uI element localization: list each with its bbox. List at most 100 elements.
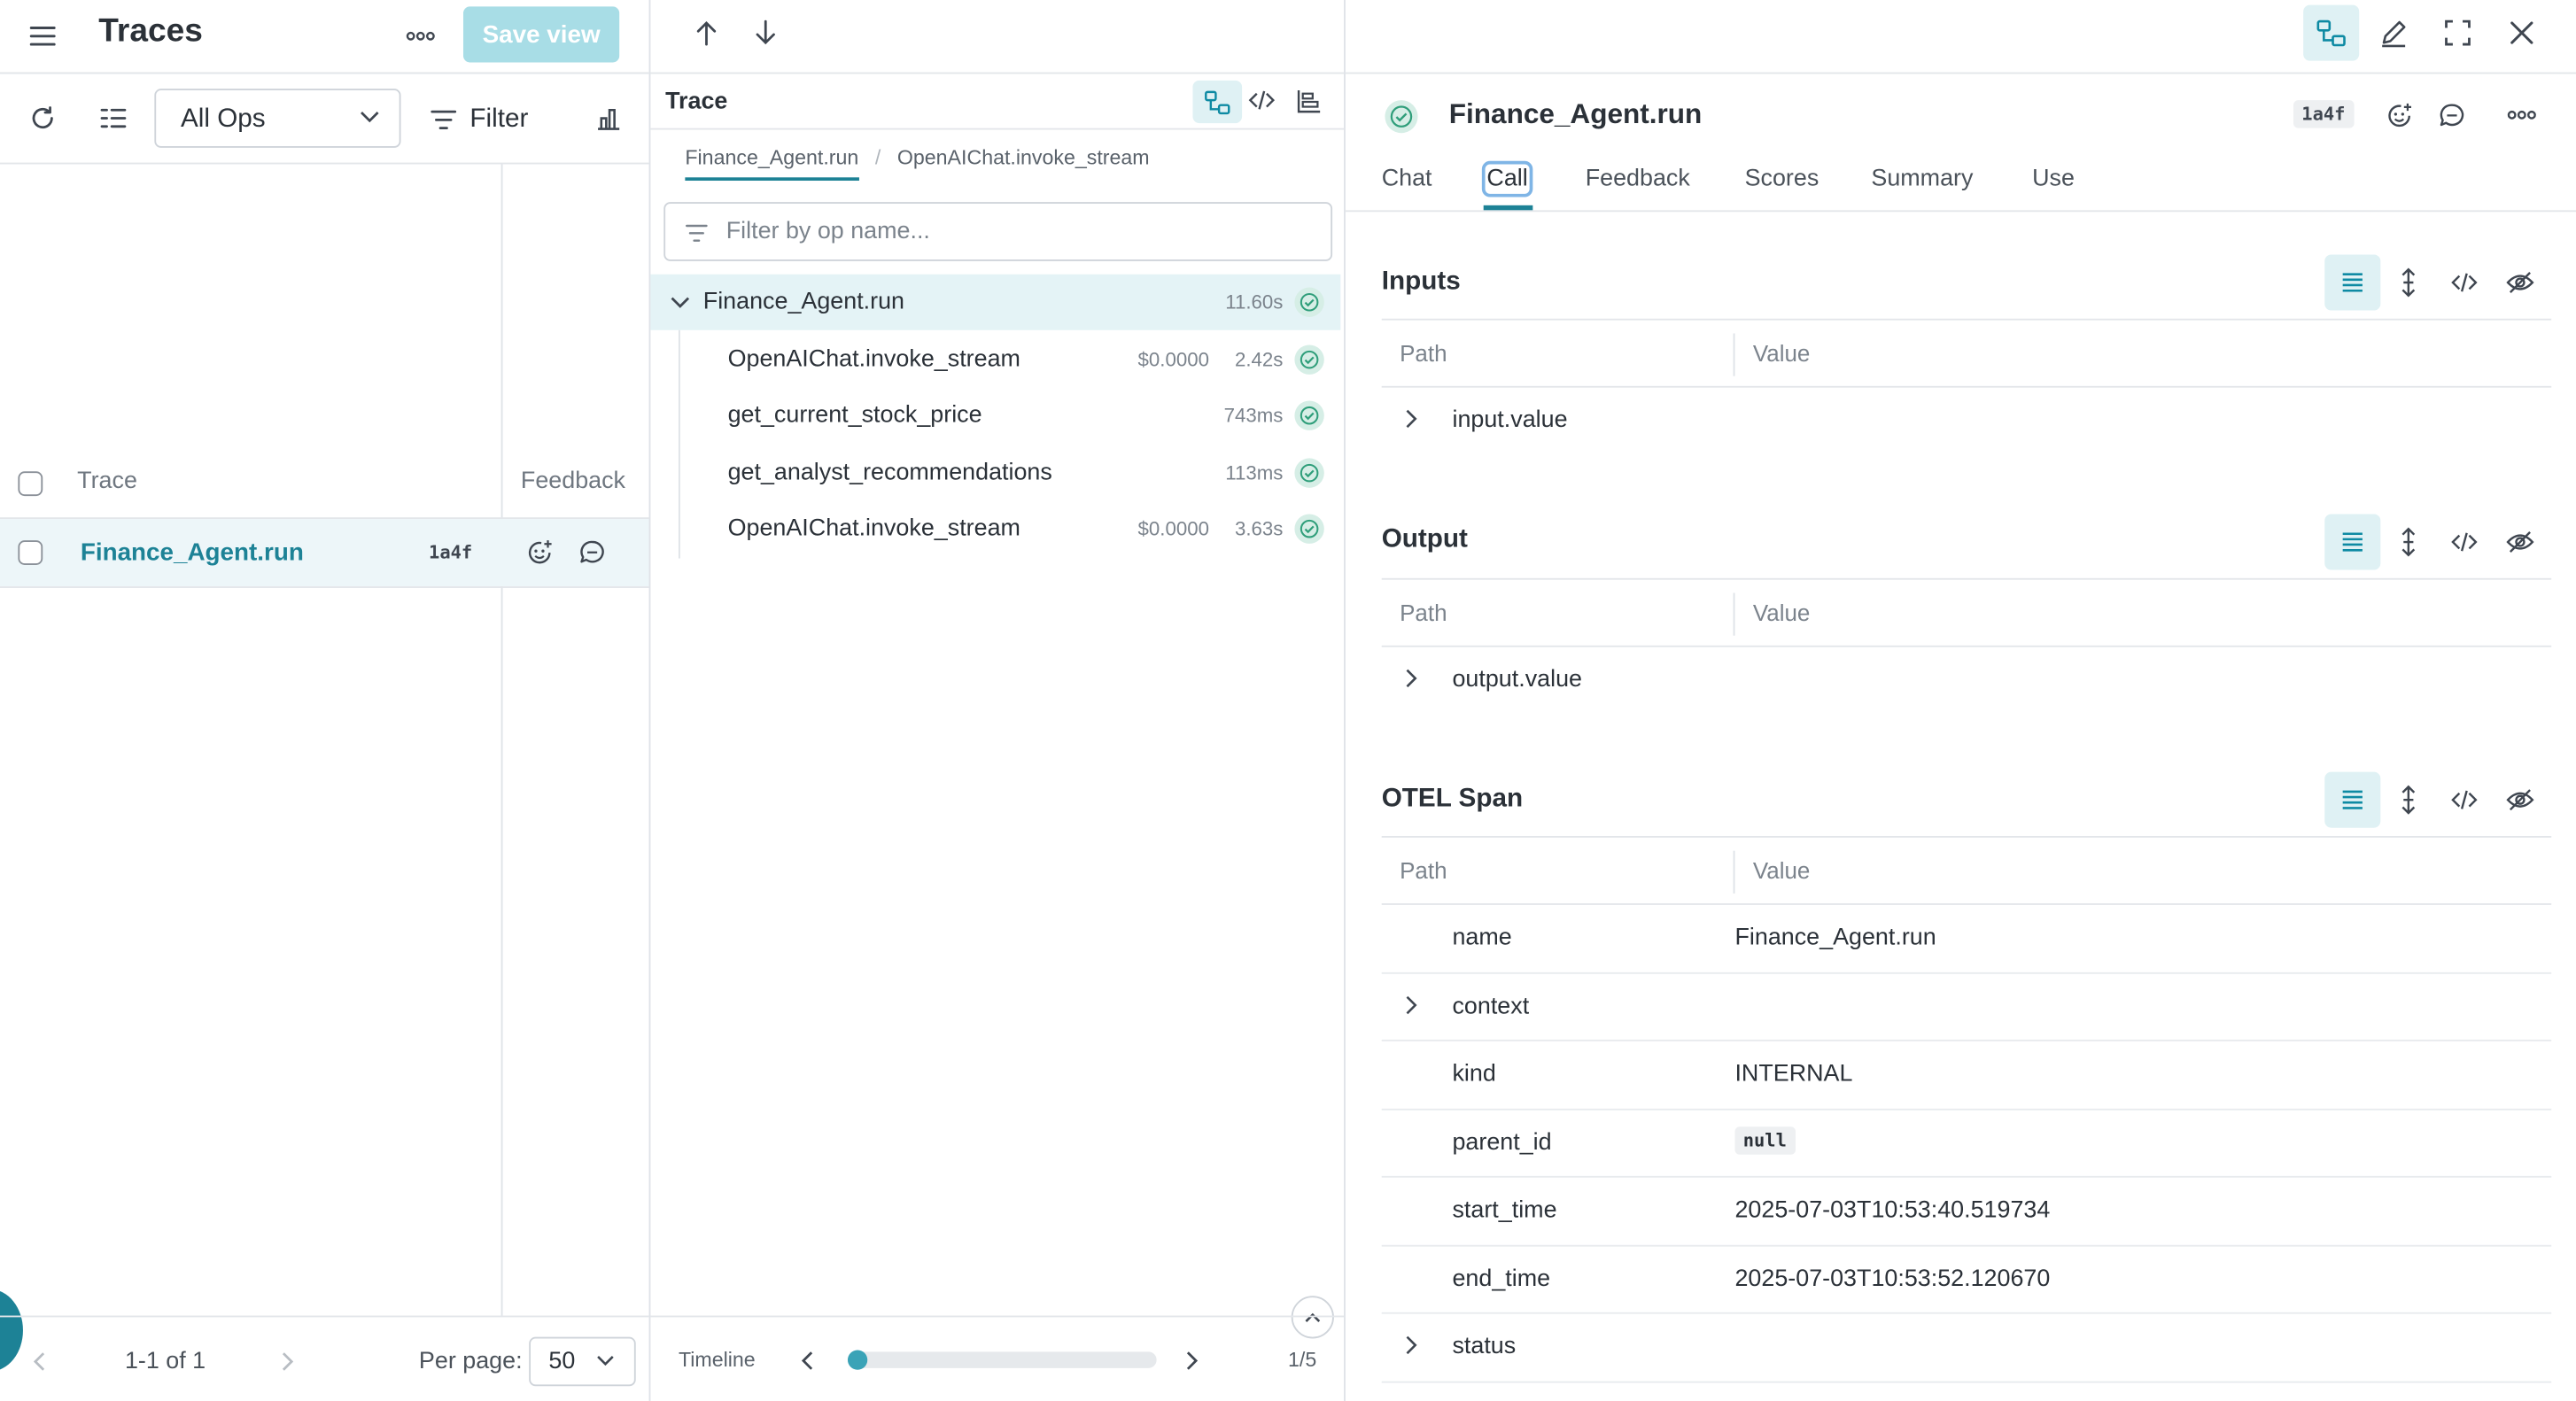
table-row[interactable]: context xyxy=(1381,973,2552,1041)
trace-name-link[interactable]: Finance_Agent.run xyxy=(81,538,304,567)
column-header-feedback[interactable]: Feedback xyxy=(521,468,625,495)
timeline-position: 1/5 xyxy=(1288,1348,1317,1372)
path-column-header: Path xyxy=(1400,339,1447,367)
tree-op-time: 2.42s xyxy=(1234,347,1284,371)
scroll-fab[interactable] xyxy=(0,1289,23,1372)
list-view-icon[interactable] xyxy=(2324,771,2381,828)
call-status-icon xyxy=(1385,100,1418,134)
tree-row[interactable]: get_current_stock_price 743ms xyxy=(650,388,1340,444)
close-icon[interactable] xyxy=(2509,19,2535,46)
hide-icon[interactable] xyxy=(2492,254,2548,310)
list-view-icon[interactable] xyxy=(2324,514,2381,570)
timeline-next-icon[interactable] xyxy=(1184,1350,1199,1371)
table-row[interactable]: input.value xyxy=(1382,388,2551,456)
trace-tree-toggle[interactable] xyxy=(2303,4,2360,61)
expand-vertical-icon[interactable] xyxy=(2380,772,2436,828)
fullscreen-icon[interactable] xyxy=(2445,19,2471,46)
inputs-title: Inputs xyxy=(1381,267,1461,296)
trace-panel-title: Trace xyxy=(665,89,728,115)
table-row[interactable]: output.value xyxy=(1382,647,2551,716)
add-reaction-icon[interactable] xyxy=(2386,102,2414,130)
tree-op-time: 11.60s xyxy=(1225,290,1284,314)
row-key: name xyxy=(1452,925,1512,951)
inputs-table: Path Value input.value xyxy=(1381,318,2552,456)
chevron-right-icon[interactable] xyxy=(1405,995,1418,1014)
tab-feedback[interactable]: Feedback xyxy=(1586,166,1690,192)
tab-call[interactable]: Call xyxy=(1481,160,1533,197)
call-id-badge: 1a4f xyxy=(2293,100,2354,128)
comment-icon[interactable] xyxy=(2438,102,2466,130)
table-row[interactable]: Finance_Agent.run 1a4f xyxy=(0,519,649,587)
chevron-right-icon[interactable] xyxy=(1405,669,1418,688)
code-view-icon[interactable] xyxy=(2436,772,2492,828)
tab-summary[interactable]: Summary xyxy=(1871,166,1973,192)
arrow-up-icon[interactable] xyxy=(694,19,718,46)
table-row[interactable]: parent_id null xyxy=(1381,1110,2552,1178)
hide-icon[interactable] xyxy=(2492,514,2548,569)
tree-row[interactable]: get_analyst_recommendations 113ms xyxy=(650,445,1340,500)
success-icon xyxy=(1294,344,1324,374)
more-options-icon[interactable] xyxy=(401,19,441,52)
tree-row[interactable]: OpenAIChat.invoke_stream $0.0000 3.63s xyxy=(650,501,1340,557)
list-view-icon[interactable] xyxy=(2324,254,2381,311)
expand-vertical-icon[interactable] xyxy=(2380,254,2436,310)
breadcrumb-item-current[interactable]: OpenAIChat.invoke_stream xyxy=(897,146,1150,181)
tab-chat[interactable]: Chat xyxy=(1382,166,1432,192)
save-view-button[interactable]: Save view xyxy=(462,6,620,63)
select-all-checkbox[interactable] xyxy=(18,471,43,497)
add-reaction-icon[interactable] xyxy=(525,538,554,567)
tree-op-time: 743ms xyxy=(1223,404,1284,428)
more-options-icon[interactable] xyxy=(2507,110,2536,120)
path-column-header: Path xyxy=(1400,857,1447,884)
chevron-right-icon[interactable] xyxy=(1405,1335,1418,1355)
comment-icon[interactable] xyxy=(578,538,607,567)
hamburger-menu-icon[interactable] xyxy=(27,19,59,52)
breadcrumb-item-root[interactable]: Finance_Agent.run xyxy=(685,146,859,182)
tree-row[interactable]: OpenAIChat.invoke_stream $0.0000 2.42s xyxy=(650,331,1340,387)
code-view-icon[interactable] xyxy=(1248,89,1276,112)
row-key: context xyxy=(1452,993,1530,1019)
table-header: Path Value xyxy=(1381,318,2552,388)
table-header: Path Value xyxy=(1381,577,2552,647)
code-view-icon[interactable] xyxy=(2436,514,2492,569)
expand-vertical-icon[interactable] xyxy=(2380,514,2436,569)
chevron-down-icon[interactable] xyxy=(671,296,690,309)
tree-op-name: OpenAIChat.invoke_stream xyxy=(727,515,1020,543)
edit-icon[interactable] xyxy=(2378,18,2408,48)
prev-page-icon[interactable] xyxy=(31,1350,48,1373)
table-row[interactable]: status xyxy=(1381,1314,2552,1382)
pagination-range: 1-1 of 1 xyxy=(124,1348,206,1375)
refresh-icon[interactable] xyxy=(27,102,59,135)
table-row[interactable]: start_time 2025-07-03T10:53:40.519734 xyxy=(1381,1178,2552,1246)
timeline-prev-icon[interactable] xyxy=(800,1350,815,1371)
arrow-down-icon[interactable] xyxy=(754,19,777,46)
tree-view-toggle[interactable] xyxy=(1192,80,1243,124)
row-checkbox[interactable] xyxy=(18,540,43,565)
table-row[interactable]: kind INTERNAL xyxy=(1381,1041,2552,1110)
timeline-view-icon[interactable] xyxy=(1296,89,1321,113)
column-header-trace[interactable]: Trace xyxy=(77,468,137,495)
tab-scores[interactable]: Scores xyxy=(1745,166,1819,192)
code-view-icon[interactable] xyxy=(2436,254,2492,310)
tab-use[interactable]: Use xyxy=(2032,166,2075,192)
chart-icon[interactable] xyxy=(592,102,625,135)
columns-icon[interactable] xyxy=(97,102,129,135)
per-page-value: 50 xyxy=(548,1348,576,1375)
next-page-icon[interactable] xyxy=(279,1350,296,1373)
ops-select[interactable]: All Ops xyxy=(154,89,401,148)
filter-label: Filter xyxy=(469,104,529,134)
table-row[interactable]: end_time 2025-07-03T10:53:52.120670 xyxy=(1381,1246,2552,1314)
tree-row-root[interactable]: Finance_Agent.run 11.60s xyxy=(650,274,1341,330)
tree-op-time: 3.63s xyxy=(1234,517,1284,541)
row-value: 2025-07-03T10:53:40.519734 xyxy=(1734,1197,2051,1224)
chevron-right-icon[interactable] xyxy=(1405,409,1418,429)
op-filter-placeholder: Filter by op name... xyxy=(725,218,930,245)
timeline-slider-thumb[interactable] xyxy=(847,1350,868,1370)
hide-icon[interactable] xyxy=(2492,772,2548,828)
chevron-down-icon xyxy=(596,1355,614,1366)
table-row[interactable]: name Finance_Agent.run xyxy=(1381,905,2552,973)
timeline-slider[interactable] xyxy=(847,1350,1157,1370)
filter-button[interactable]: Filter xyxy=(431,98,528,141)
per-page-select[interactable]: 50 xyxy=(529,1336,636,1387)
op-filter-input[interactable]: Filter by op name... xyxy=(663,202,1333,261)
